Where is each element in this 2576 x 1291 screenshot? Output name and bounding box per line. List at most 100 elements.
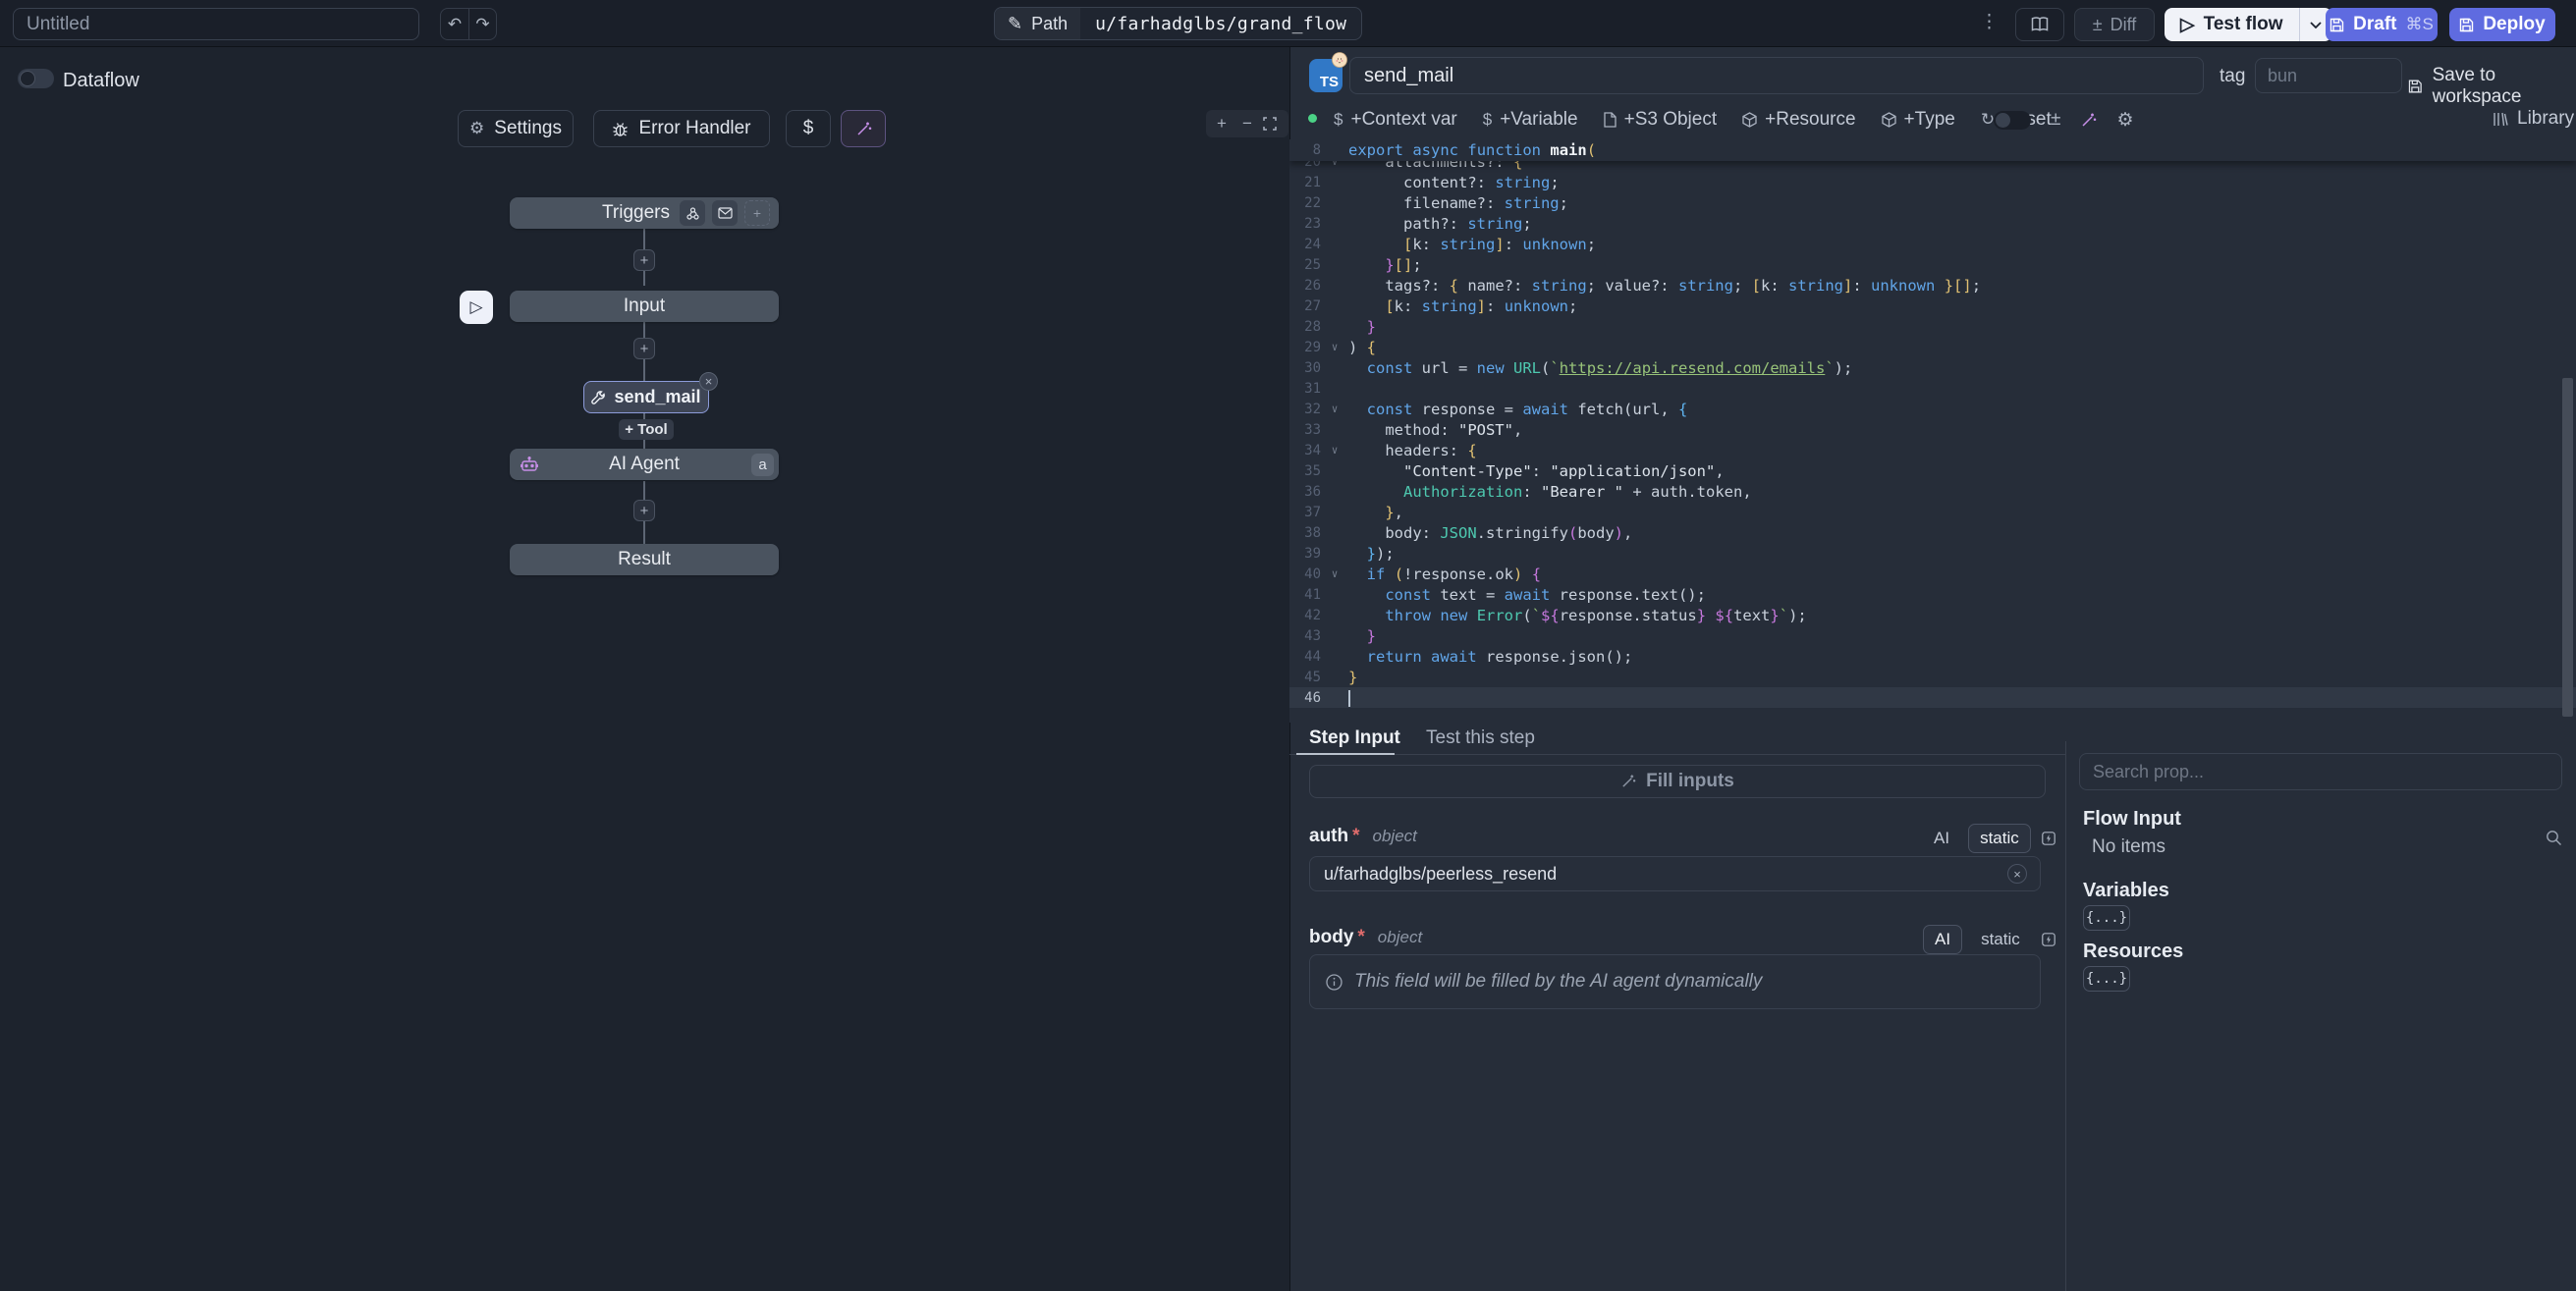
ai-agent-node[interactable]: AI Agent a [510, 449, 779, 480]
code-line[interactable]: 43 } [1289, 625, 2576, 646]
more-menu-button[interactable]: ⋮ [1980, 11, 1998, 33]
magic-wand-icon [1620, 774, 1636, 789]
insert-step-button[interactable]: + [633, 500, 655, 521]
deploy-button[interactable]: Deploy [2449, 8, 2555, 41]
remove-step-button[interactable]: × [699, 372, 718, 391]
auth-expression-button[interactable] [2039, 829, 2058, 848]
magic-wand-icon[interactable] [2080, 112, 2097, 129]
code-line[interactable]: 22 filename?: string; [1289, 192, 2576, 213]
email-trigger-button[interactable] [712, 200, 738, 226]
code-line[interactable]: 27 [k: string]: unknown; [1289, 296, 2576, 316]
add-s3-object-button[interactable]: +S3 Object [1604, 109, 1718, 131]
flow-title-input[interactable] [13, 8, 419, 40]
send-mail-node[interactable]: send_mail [583, 381, 709, 413]
add-context-var-button[interactable]: $ +Context var [1334, 109, 1457, 131]
context-var-canvas-button[interactable]: $ [786, 110, 831, 147]
flow-path[interactable]: ✎ Path u/farhadglbs/grand_flow [994, 7, 1362, 40]
webhook-icon [685, 206, 700, 221]
code-line[interactable]: 35 "Content-Type": "application/json", [1289, 460, 2576, 481]
diff-button[interactable]: ± Diff [2074, 8, 2155, 41]
editor-scrollbar[interactable] [2562, 378, 2573, 717]
auth-mode-ai[interactable]: AI [1923, 825, 1960, 852]
add-resource-button[interactable]: +Resource [1742, 109, 1855, 131]
triggers-node[interactable]: Triggers + [510, 197, 779, 229]
code-line[interactable]: 26 tags?: { name?: string; value?: strin… [1289, 275, 2576, 296]
prop-picker-search-button[interactable] [2546, 830, 2562, 846]
result-node[interactable]: Result [510, 544, 779, 575]
flow-canvas[interactable]: Dataflow ⚙ Settings Error Handler $ + [0, 47, 1289, 1291]
code-line[interactable]: 31 [1289, 378, 2576, 399]
code-line[interactable]: 44 return await response.json(); [1289, 646, 2576, 667]
add-type-button[interactable]: +Type [1882, 109, 1955, 131]
resources-object-chip[interactable]: {...} [2083, 966, 2130, 992]
redo-button[interactable]: ↷ [468, 9, 496, 39]
code-line[interactable]: 33 method: "POST", [1289, 419, 2576, 440]
lightning-icon [2042, 933, 2055, 946]
diff-mode-button[interactable]: ± [2051, 109, 2060, 131]
code-line[interactable]: 39 }); [1289, 543, 2576, 564]
code-line[interactable]: 29∨) { [1289, 337, 2576, 357]
tab-test-this-step[interactable]: Test this step [1426, 727, 1535, 749]
ai-agent-label: AI Agent [609, 454, 680, 475]
add-trigger-button[interactable]: + [744, 200, 770, 226]
editor-settings-button[interactable]: ⚙ [2116, 109, 2133, 132]
code-line[interactable]: 32∨ const response = await fetch(url, { [1289, 399, 2576, 419]
dataflow-label: Dataflow [63, 70, 139, 92]
code-line[interactable]: 30 const url = new URL(`https://api.rese… [1289, 357, 2576, 378]
undo-button[interactable]: ↶ [441, 9, 468, 39]
webhook-trigger-button[interactable] [680, 200, 705, 226]
auth-value-input[interactable] [1309, 856, 2041, 891]
code-line[interactable]: 40∨ if (!response.ok) { [1289, 564, 2576, 584]
dataflow-toggle[interactable] [18, 69, 54, 88]
editor-toggle[interactable] [1994, 111, 2031, 130]
save-icon [2459, 18, 2474, 32]
flow-settings-button[interactable]: ⚙ Settings [458, 110, 574, 147]
insert-step-button[interactable]: + [633, 338, 655, 359]
docs-button[interactable] [2015, 8, 2064, 41]
wrench-icon [591, 390, 606, 404]
insert-step-button[interactable]: + [633, 249, 655, 271]
clear-auth-button[interactable]: × [2007, 864, 2027, 884]
fit-view-button[interactable] [1263, 117, 1283, 131]
search-prop-input[interactable] [2079, 753, 2562, 790]
code-line[interactable]: 42 throw new Error(`${response.status} $… [1289, 605, 2576, 625]
code-line[interactable]: 21 content?: string; [1289, 172, 2576, 192]
code-line[interactable]: 24 [k: string]: unknown; [1289, 234, 2576, 254]
code-line[interactable]: 23 path?: string; [1289, 213, 2576, 234]
tag-input[interactable] [2255, 58, 2402, 93]
code-line[interactable]: 25 }[]; [1289, 254, 2576, 275]
code-line[interactable]: 8export async function main( [1289, 139, 2576, 160]
save-to-workspace-button[interactable]: Save to workspace [2408, 65, 2576, 108]
code-line[interactable]: 28 } [1289, 316, 2576, 337]
code-line[interactable]: 36 Authorization: "Bearer " + auth.token… [1289, 481, 2576, 502]
code-line[interactable]: 46 [1289, 687, 2576, 708]
add-variable-button[interactable]: $ +Variable [1483, 109, 1578, 131]
code-line[interactable]: 37 }, [1289, 502, 2576, 522]
code-line[interactable]: 45} [1289, 667, 2576, 687]
fill-inputs-button[interactable]: Fill inputs [1309, 765, 2046, 798]
draft-button[interactable]: Draft ⌘S [2326, 8, 2438, 41]
ai-assistant-button[interactable] [841, 110, 886, 147]
tab-step-input[interactable]: Step Input [1309, 727, 1400, 749]
body-expression-button[interactable] [2039, 930, 2058, 949]
code-lines: 20∨ attachments?: {21 content?: string;2… [1289, 151, 2576, 708]
variables-object-chip[interactable]: {...} [2083, 905, 2130, 931]
run-from-input-button[interactable]: ▷ [460, 291, 493, 324]
zoom-out-button[interactable]: − [1237, 114, 1257, 134]
code-line[interactable]: 38 body: JSON.stringify(body), [1289, 522, 2576, 543]
auth-mode-static[interactable]: static [1968, 824, 2031, 853]
body-mode-static[interactable]: static [1970, 926, 2031, 953]
test-flow-main[interactable]: ▷ Test flow [2165, 8, 2299, 41]
sticky-code-line[interactable]: 8export async function main( [1289, 139, 2576, 161]
ai-agent-badge[interactable]: a [751, 454, 774, 476]
error-handler-button[interactable]: Error Handler [593, 110, 770, 147]
body-mode-ai[interactable]: AI [1923, 925, 1962, 954]
code-line[interactable]: 34∨ headers: { [1289, 440, 2576, 460]
zoom-in-button[interactable]: + [1212, 114, 1232, 134]
code-editor[interactable]: 20∨ attachments?: {21 content?: string;2… [1289, 139, 2576, 723]
code-line[interactable]: 41 const text = await response.text(); [1289, 584, 2576, 605]
input-node[interactable]: Input [510, 291, 779, 322]
library-button[interactable]: Library [2493, 108, 2574, 130]
add-tool-button[interactable]: + Tool [619, 419, 674, 440]
step-name-input[interactable] [1349, 57, 2204, 94]
